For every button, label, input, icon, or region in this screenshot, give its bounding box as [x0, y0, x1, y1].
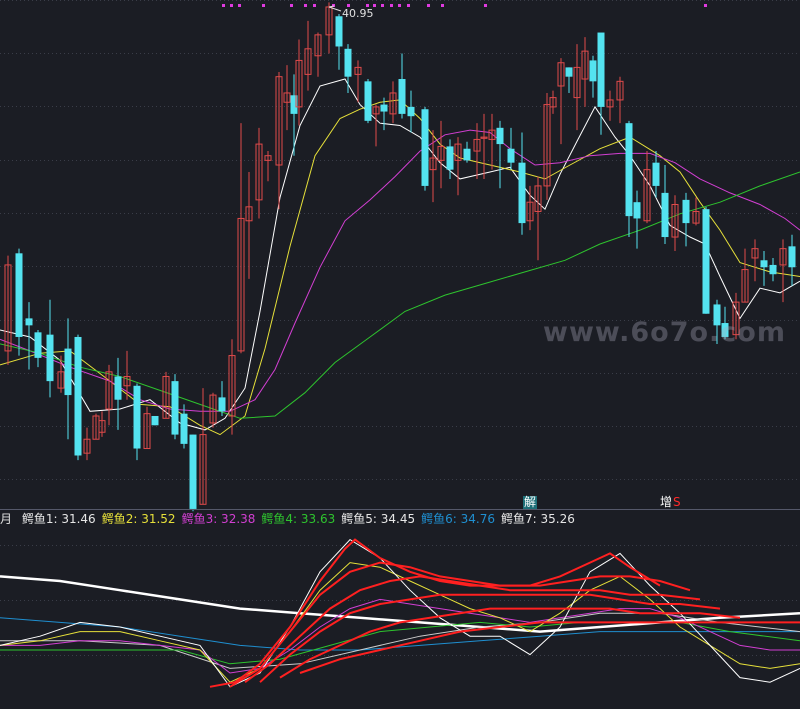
candle-body-down — [463, 148, 471, 161]
legend-items: 鳄鱼1: 31.46 鳄鱼2: 31.52 鳄鱼3: 32.38 鳄鱼4: 33.63… — [22, 512, 581, 526]
candle-body-down — [25, 318, 33, 326]
candle-body-down — [114, 376, 122, 400]
candle-body-down — [398, 79, 406, 114]
signal-flag-jie: 解 — [523, 495, 538, 509]
candle-body-down — [507, 148, 515, 163]
signal-dot — [704, 4, 707, 7]
indicator-legend: 月 鳄鱼1: 31.46 鳄鱼2: 31.52 鳄鱼3: 32.38 鳄鱼4: 33.… — [0, 511, 587, 527]
legend-prefix: 月 — [0, 512, 13, 526]
candle-body-down — [633, 202, 641, 219]
signal-dots-top — [222, 4, 707, 7]
candle-body-down — [421, 109, 429, 186]
signal-dot — [304, 4, 307, 7]
candle-body-down — [769, 264, 777, 275]
signal-dot — [238, 4, 241, 7]
candle-body-down — [34, 332, 42, 358]
candle-body-down — [171, 381, 179, 435]
signal-dot — [313, 4, 316, 7]
candle-body-down — [625, 123, 633, 217]
legend-item: 鳄鱼2: 31.52 — [101, 512, 176, 526]
candle-body-down — [518, 162, 526, 224]
signal-dot — [427, 4, 430, 7]
legend-item: 鳄鱼7: 35.26 — [501, 512, 575, 526]
watermark: www.6o7o.com — [543, 317, 786, 348]
max-price-label: 40.95 — [342, 7, 374, 20]
candle-body-down — [407, 106, 415, 117]
candle-body-down — [760, 260, 768, 268]
legend-item: 鳄鱼1: 31.46 — [21, 512, 96, 526]
candle-body-down — [597, 32, 605, 107]
signal-dot — [262, 4, 265, 7]
signal-dot — [222, 4, 225, 7]
chart-canvas — [0, 0, 800, 688]
candle-body-down — [46, 334, 54, 382]
signal-dot — [381, 4, 384, 7]
signal-dot — [407, 4, 410, 7]
candlesticks — [4, 2, 796, 512]
candle-body-down — [151, 415, 159, 426]
candle-body-down — [180, 413, 188, 444]
flag-zeng-suffix: S — [673, 495, 681, 509]
flag-zeng-text: 增 — [660, 495, 673, 509]
indicator-lines — [0, 538, 800, 688]
candle-body-down — [364, 81, 372, 121]
legend-item: 鳄鱼6: 34.76 — [421, 512, 495, 526]
candle-body-down — [380, 104, 388, 112]
signal-dot — [290, 4, 293, 7]
legend-item: 鳄鱼4: 33.63 — [261, 512, 336, 526]
legend-item: 鳄鱼3: 32.38 — [181, 512, 256, 526]
candle-body-down — [344, 48, 352, 77]
candle-body-down — [661, 192, 669, 238]
signal-dot — [398, 4, 401, 7]
candle-body-down — [682, 199, 690, 224]
signal-flag-zeng: 增S — [659, 496, 682, 509]
candle-body-down — [788, 246, 796, 268]
legend-item: 鳄鱼5: 34.45 — [341, 512, 416, 526]
max-arrow — [328, 6, 342, 12]
candle-body-down — [496, 127, 504, 145]
signal-dot — [484, 4, 487, 7]
candle-body-down — [589, 60, 597, 82]
signal-dot — [441, 4, 444, 7]
candle-body-down — [565, 67, 573, 77]
candle-body-down — [335, 16, 343, 47]
candle-body-down — [133, 385, 141, 449]
candle-body-down — [702, 209, 710, 314]
candle-body-down — [15, 253, 23, 337]
candle-body-down — [218, 397, 226, 412]
flag-jie-text: 解 — [524, 495, 537, 509]
signal-dot — [230, 4, 233, 7]
candle-body-down — [74, 336, 82, 456]
signal-dot — [390, 4, 393, 7]
candle-body-down — [652, 162, 660, 186]
candle-body-down — [64, 348, 72, 396]
candle-body-down — [189, 434, 197, 509]
indicator-line-鳄鱼3 — [0, 598, 800, 674]
candle-body-down — [446, 146, 454, 170]
